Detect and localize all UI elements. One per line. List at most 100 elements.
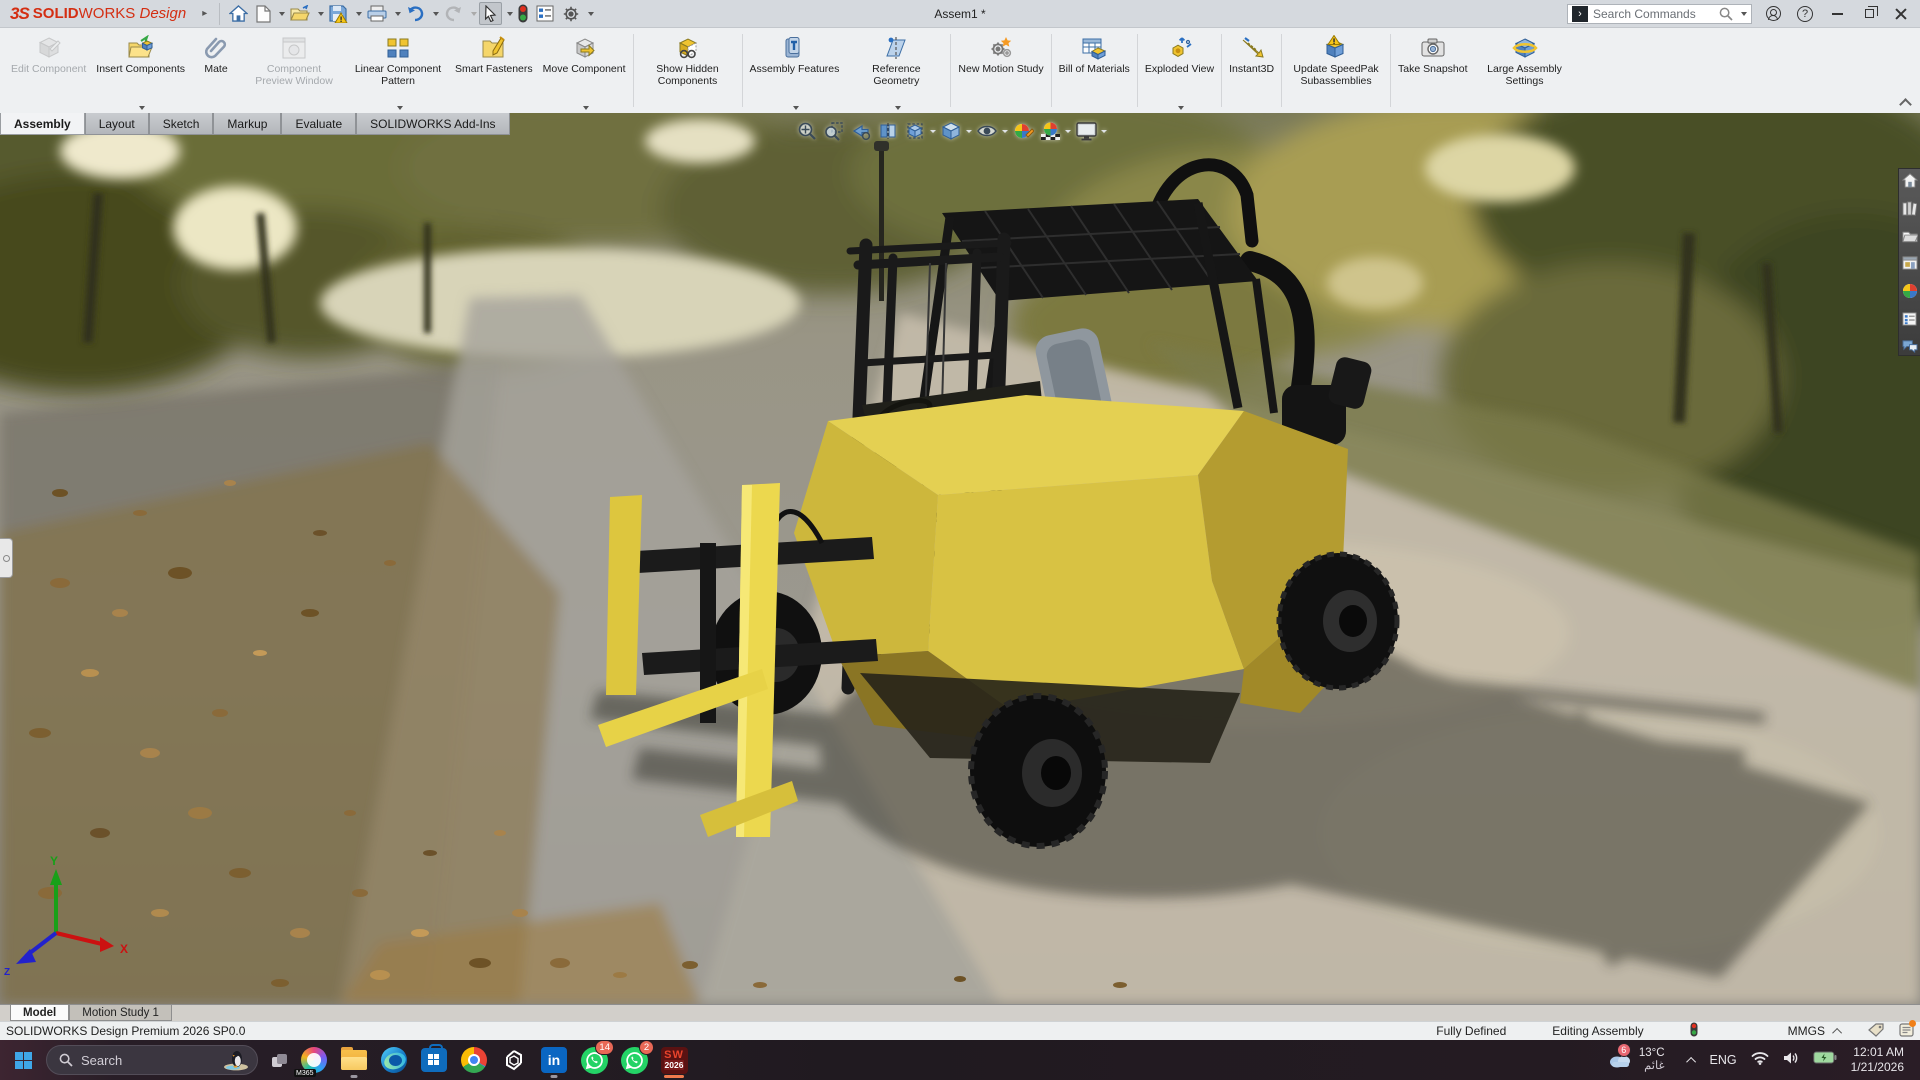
taskbar-app-solidworks-2026[interactable]: SW 2026 (654, 1041, 694, 1079)
ribbon-button-update-speedpak[interactable]: Update SpeedPak Subassemblies (1284, 32, 1388, 113)
hidden-icons-chevron[interactable] (1686, 1056, 1696, 1066)
ribbon-button-reference-geometry[interactable]: Reference Geometry (844, 32, 948, 113)
select-tool-dropdown[interactable] (507, 12, 513, 16)
section-view-icon[interactable] (877, 120, 899, 142)
clock-widget[interactable]: 12:01 AM 1/21/2026 (1851, 1045, 1904, 1075)
open-dropdown[interactable] (318, 12, 324, 16)
taskbar-app-copilot-m365[interactable]: M365 (294, 1041, 334, 1079)
view-orientation-icon[interactable] (904, 120, 926, 142)
taskbar-app-whatsapp-2[interactable]: 2 (614, 1041, 654, 1079)
taskpane-custom-properties-icon[interactable] (1902, 312, 1917, 331)
notifications-icon[interactable] (1899, 1023, 1914, 1040)
options-gear-button[interactable] (559, 3, 583, 25)
undo-dropdown[interactable] (433, 12, 439, 16)
taskbar-app-whatsapp-1[interactable]: 14 (574, 1041, 614, 1079)
file-properties-button[interactable] (533, 3, 557, 24)
apply-scene-icon[interactable] (1039, 120, 1061, 142)
ribbon-button-new-motion-study[interactable]: New Motion Study (953, 32, 1048, 113)
search-dropdown[interactable] (1741, 12, 1747, 16)
ribbon-button-show-hidden-components[interactable]: Show Hidden Components (636, 32, 740, 113)
minimize-button[interactable] (1826, 3, 1848, 25)
taskbar-app-chatgpt[interactable] (494, 1041, 534, 1079)
ribbon-button-smart-fasteners[interactable]: Smart Fasteners (450, 32, 538, 113)
tags-icon[interactable] (1868, 1023, 1885, 1040)
hide-show-items-dropdown[interactable] (1002, 130, 1008, 133)
task-view-button[interactable] (264, 1045, 294, 1075)
taskbar-app-microsoft-store[interactable] (414, 1041, 454, 1079)
battery-icon[interactable] (1813, 1051, 1837, 1069)
apply-scene-dropdown[interactable] (1065, 130, 1071, 133)
reference-geometry-dropdown[interactable] (895, 106, 901, 110)
ribbon-button-linear-component-pattern[interactable]: Linear Component Pattern (346, 32, 450, 113)
weather-widget[interactable]: 6 13°C غائم (1607, 1047, 1665, 1073)
search-commands-box[interactable]: › Search Commands (1567, 4, 1752, 24)
taskpane-file-explorer-icon[interactable] (1902, 229, 1918, 248)
move-component-dropdown[interactable] (583, 106, 589, 110)
save-dropdown[interactable] (356, 12, 362, 16)
taskbar-app-edge[interactable] (374, 1041, 414, 1079)
save-button[interactable] (326, 3, 351, 25)
view-settings-icon[interactable] (1075, 120, 1097, 142)
ribbon-button-component-preview-window[interactable]: Component Preview Window (242, 32, 346, 113)
new-document-dropdown[interactable] (279, 12, 285, 16)
tab-assembly[interactable]: Assembly (0, 113, 85, 135)
units-text[interactable]: MMGS (1788, 1024, 1825, 1038)
ribbon-button-large-assembly-settings[interactable]: Large Assembly Settings (1473, 32, 1577, 113)
tab-sketch[interactable]: Sketch (149, 113, 214, 135)
language-indicator[interactable]: ENG (1710, 1053, 1737, 1067)
insert-components-dropdown[interactable] (139, 106, 145, 110)
graphics-area[interactable]: Y X Z Assembly Layout Sketch Markup Eval… (0, 113, 1920, 1004)
close-button[interactable] (1890, 3, 1912, 25)
ribbon-button-insert-components[interactable]: Insert Components (91, 32, 190, 113)
ribbon-button-bill-of-materials[interactable]: Bill of Materials (1054, 32, 1135, 113)
ribbon-button-instant3d[interactable]: Instant3D (1224, 32, 1279, 113)
3d-scene[interactable]: Y X Z (0, 113, 1920, 1004)
linear-component-pattern-dropdown[interactable] (397, 106, 403, 110)
volume-icon[interactable] (1783, 1051, 1799, 1070)
rebuild-button[interactable] (515, 2, 531, 25)
taskbar-app-chrome[interactable] (454, 1041, 494, 1079)
menu-expand-arrow-icon[interactable]: ▸ (196, 8, 213, 19)
ribbon-button-assembly-features[interactable]: Assembly Features (745, 32, 845, 113)
print-dropdown[interactable] (395, 12, 401, 16)
display-style-icon[interactable] (940, 120, 962, 142)
start-button[interactable] (6, 1043, 40, 1077)
wifi-icon[interactable] (1751, 1051, 1769, 1070)
help-button[interactable]: ? (1794, 3, 1816, 25)
view-orientation-dropdown[interactable] (930, 130, 936, 133)
taskpane-home-icon[interactable] (1902, 173, 1918, 193)
select-tool-button[interactable] (479, 2, 502, 25)
featuremanager-collapsed-tab[interactable] (0, 538, 13, 578)
zoom-to-fit-icon[interactable] (796, 120, 818, 142)
taskpane-design-library-icon[interactable] (1902, 201, 1917, 221)
print-button[interactable] (364, 3, 390, 24)
taskbar-app-file-explorer[interactable] (334, 1041, 374, 1079)
taskbar-app-linkedin[interactable]: in (534, 1041, 574, 1079)
tab-evaluate[interactable]: Evaluate (281, 113, 356, 135)
home-button[interactable] (226, 3, 251, 24)
tab-layout[interactable]: Layout (85, 113, 149, 135)
display-style-dropdown[interactable] (966, 130, 972, 133)
zoom-to-area-icon[interactable] (823, 120, 845, 142)
collapse-ribbon-chevron-icon[interactable] (1899, 98, 1912, 111)
tab-markup[interactable]: Markup (213, 113, 281, 135)
search-magnifier-icon[interactable] (1719, 7, 1733, 21)
restore-button[interactable] (1858, 3, 1880, 25)
ribbon-button-take-snapshot[interactable]: Take Snapshot (1393, 32, 1472, 113)
open-button[interactable] (287, 3, 313, 24)
tab-motion-study-1[interactable]: Motion Study 1 (69, 1005, 172, 1021)
exploded-view-dropdown[interactable] (1178, 106, 1184, 110)
options-dropdown[interactable] (588, 12, 594, 16)
taskbar-search[interactable]: Search (46, 1045, 258, 1075)
ribbon-button-mate[interactable]: Mate (190, 32, 242, 113)
redo-dropdown[interactable] (471, 12, 477, 16)
ribbon-button-move-component[interactable]: Move Component (538, 32, 631, 113)
ribbon-button-exploded-view[interactable]: Exploded View (1140, 32, 1219, 113)
hide-show-items-icon[interactable] (976, 120, 998, 142)
units-chevron-icon[interactable] (1832, 1027, 1842, 1037)
assembly-features-dropdown[interactable] (793, 106, 799, 110)
taskpane-appearances-icon[interactable] (1902, 283, 1918, 304)
redo-button[interactable] (441, 4, 466, 24)
taskpane-forum-icon[interactable] (1902, 339, 1918, 358)
edit-appearance-icon[interactable] (1012, 120, 1034, 142)
